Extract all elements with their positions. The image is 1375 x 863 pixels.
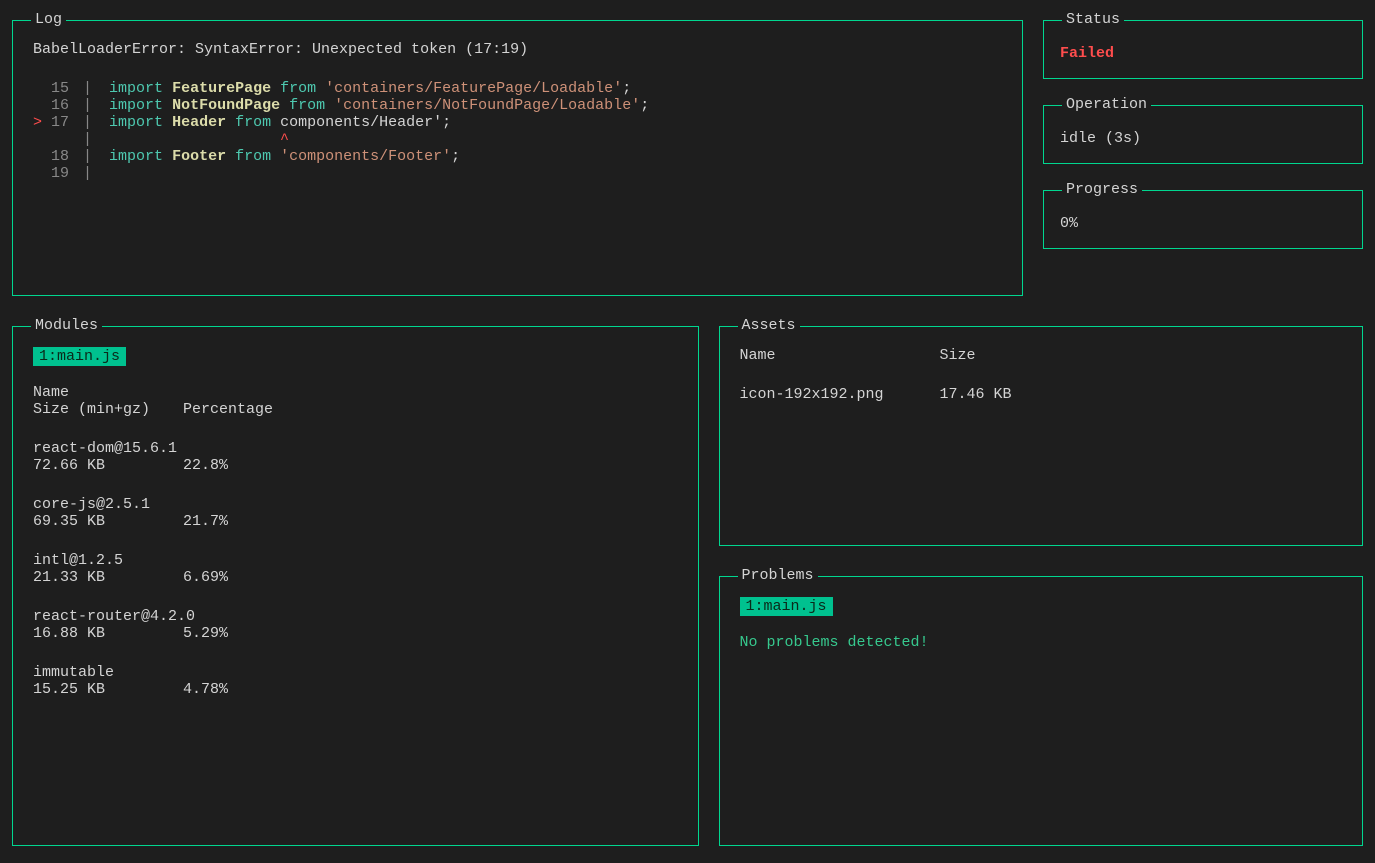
code-line: 19| [33,165,1002,182]
assets-panel: Assets NameSize icon-192x192.png17.46 KB [719,326,1364,546]
caret-line: | ^ [33,131,1002,148]
problems-badge[interactable]: 1:main.js [740,597,833,616]
log-panel: Log BabelLoaderError: SyntaxError: Unexp… [12,20,1023,296]
status-title: Status [1062,11,1124,28]
module-row: react-dom@15.6.172.66 KB22.8% [33,440,678,474]
code-line-error: > 17| import Header from components/Head… [33,114,1002,131]
problems-panel: Problems 1:main.js No problems detected! [719,576,1364,846]
operation-title: Operation [1062,96,1151,113]
status-value: Failed [1060,45,1346,62]
status-panel: Status Failed [1043,20,1363,79]
module-row: react-router@4.2.016.88 KB5.29% [33,608,678,642]
modules-panel: Modules 1:main.js Name Size (min+gz)Perc… [12,326,699,846]
progress-value: 0% [1060,215,1346,232]
modules-header: Name Size (min+gz)Percentage [33,384,678,418]
problems-message: No problems detected! [740,634,1343,651]
modules-badge[interactable]: 1:main.js [33,347,126,366]
assets-header: NameSize [740,347,1343,364]
module-row: intl@1.2.521.33 KB6.69% [33,552,678,586]
code-block: 15| import FeaturePage from 'containers/… [33,80,1002,182]
module-row: core-js@2.5.169.35 KB21.7% [33,496,678,530]
code-line: 16| import NotFoundPage from 'containers… [33,97,1002,114]
log-title: Log [31,11,66,28]
operation-panel: Operation idle (3s) [1043,105,1363,164]
asset-row: icon-192x192.png17.46 KB [740,386,1343,403]
assets-title: Assets [738,317,800,334]
log-error-message: BabelLoaderError: SyntaxError: Unexpecte… [33,41,1002,58]
progress-title: Progress [1062,181,1142,198]
code-line: 15| import FeaturePage from 'containers/… [33,80,1002,97]
problems-title: Problems [738,567,818,584]
module-row: immutable15.25 KB4.78% [33,664,678,698]
code-line: 18| import Footer from 'components/Foote… [33,148,1002,165]
modules-title: Modules [31,317,102,334]
progress-panel: Progress 0% [1043,190,1363,249]
operation-value: idle (3s) [1060,130,1346,147]
